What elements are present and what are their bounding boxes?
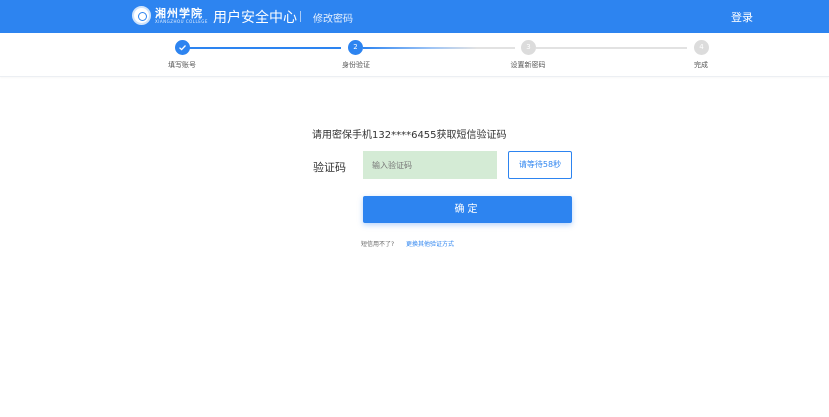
progress-steps: 2 3 4 填写账号 身份验证 设置新密码 完成 [0, 33, 829, 77]
sms-instruction: 请用密保手机132****6455获取短信验证码 [312, 130, 507, 141]
step-4-circle: 4 [694, 40, 709, 55]
step-connector-3-4 [536, 47, 687, 49]
change-verify-method-link[interactable]: 更换其他验证方式 [406, 239, 454, 248]
login-link[interactable]: 登录 [731, 9, 753, 25]
top-header-bar: 湘州学院 XIANGZHOU COLLEGE 用户安全中心 修改密码 登录 [0, 0, 829, 33]
college-logo[interactable]: 湘州学院 XIANGZHOU COLLEGE [132, 5, 207, 27]
confirm-button[interactable]: 确定 [363, 196, 572, 223]
step-connector-1-2 [189, 47, 341, 49]
resend-countdown-button[interactable]: 请等待58秒 [508, 151, 572, 179]
sms-unavailable-tip: 短信用不了? [361, 241, 395, 248]
verification-code-label: 验证码 [313, 161, 346, 174]
step-2-label: 身份验证 [342, 61, 370, 69]
verification-code-input[interactable] [363, 151, 497, 179]
app-title: 用户安全中心 [213, 10, 297, 26]
college-seal-icon [132, 6, 151, 25]
step-3-circle: 3 [521, 40, 536, 55]
step-1-circle [175, 40, 190, 55]
check-icon [179, 45, 186, 51]
step-4-label: 完成 [694, 61, 708, 69]
page-subtitle: 修改密码 [313, 14, 353, 25]
logo-name-en: XIANGZHOU COLLEGE [155, 19, 208, 24]
step-2-circle: 2 [348, 40, 363, 55]
step-connector-2-3 [363, 47, 515, 49]
step-1-label: 填写账号 [168, 61, 196, 69]
step-3-label: 设置新密码 [510, 61, 546, 69]
header-divider [300, 11, 301, 22]
